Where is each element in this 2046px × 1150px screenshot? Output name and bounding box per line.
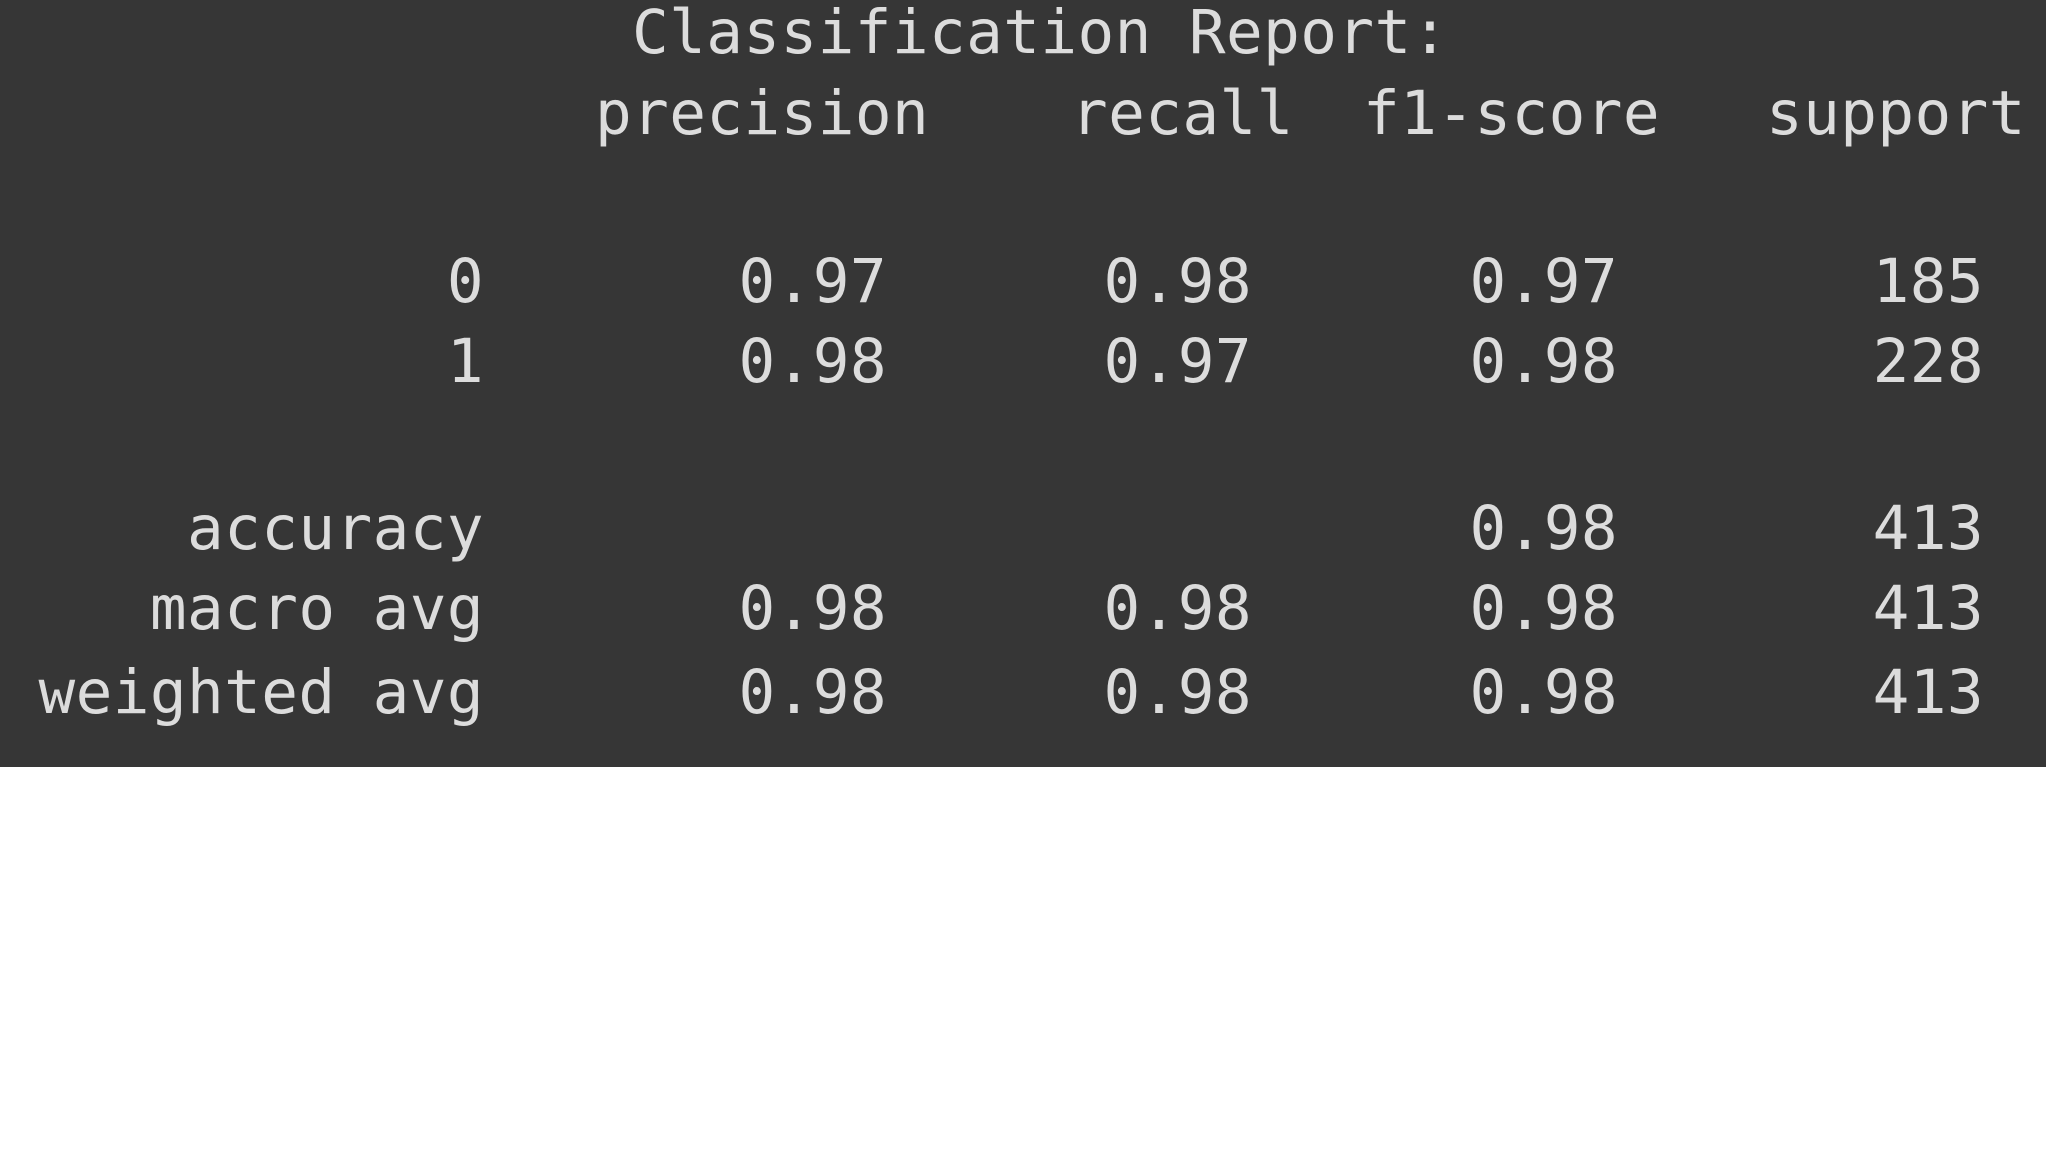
precision-value: 0.98	[738, 657, 887, 728]
precision-value: 0.97	[738, 246, 887, 317]
support-value: 413	[1872, 657, 1984, 728]
precision-value: 0.98	[738, 573, 887, 644]
precision-value: 0.98	[738, 326, 887, 397]
row-label: macro avg	[149, 573, 484, 644]
recall-value: 0.98	[1103, 573, 1252, 644]
f1-score-value: 0.98	[1469, 573, 1618, 644]
recall-value: 0.98	[1103, 246, 1252, 317]
table-row: 0 0.97 0.98 0.97 185	[0, 242, 2046, 322]
header-recall: recall	[1071, 78, 1294, 149]
f1-score-value: 0.98	[1469, 326, 1618, 397]
support-value: 413	[1872, 573, 1984, 644]
header-row: precision recall f1-score support	[0, 74, 2046, 154]
support-value: 228	[1872, 326, 1984, 397]
recall-value: 0.98	[1103, 657, 1252, 728]
classification-report-output: Classification Report: precision recall …	[0, 0, 2046, 767]
header-f1-score: f1-score	[1363, 78, 1661, 149]
row-label: accuracy	[186, 493, 484, 564]
f1-score-value: 0.98	[1469, 657, 1618, 728]
recall-value: 0.97	[1103, 326, 1252, 397]
table-row: macro avg 0.98 0.98 0.98 413	[0, 569, 2046, 649]
report-title-row: Classification Report:	[0, 0, 2046, 73]
f1-score-value: 0.98	[1469, 493, 1618, 564]
row-label: 0	[446, 246, 484, 317]
report-title: Classification Report:	[632, 0, 1449, 68]
table-row: weighted avg 0.98 0.98 0.98 413	[0, 653, 2046, 733]
support-value: 413	[1872, 493, 1984, 564]
header-support: support	[1766, 78, 2026, 149]
row-label: weighted avg	[38, 657, 484, 728]
table-row: 1 0.98 0.97 0.98 228	[0, 322, 2046, 402]
table-row: accuracy 0.98 413	[0, 489, 2046, 569]
support-value: 185	[1872, 246, 1984, 317]
f1-score-value: 0.97	[1469, 246, 1618, 317]
header-precision: precision	[595, 78, 930, 149]
row-label: 1	[446, 326, 484, 397]
